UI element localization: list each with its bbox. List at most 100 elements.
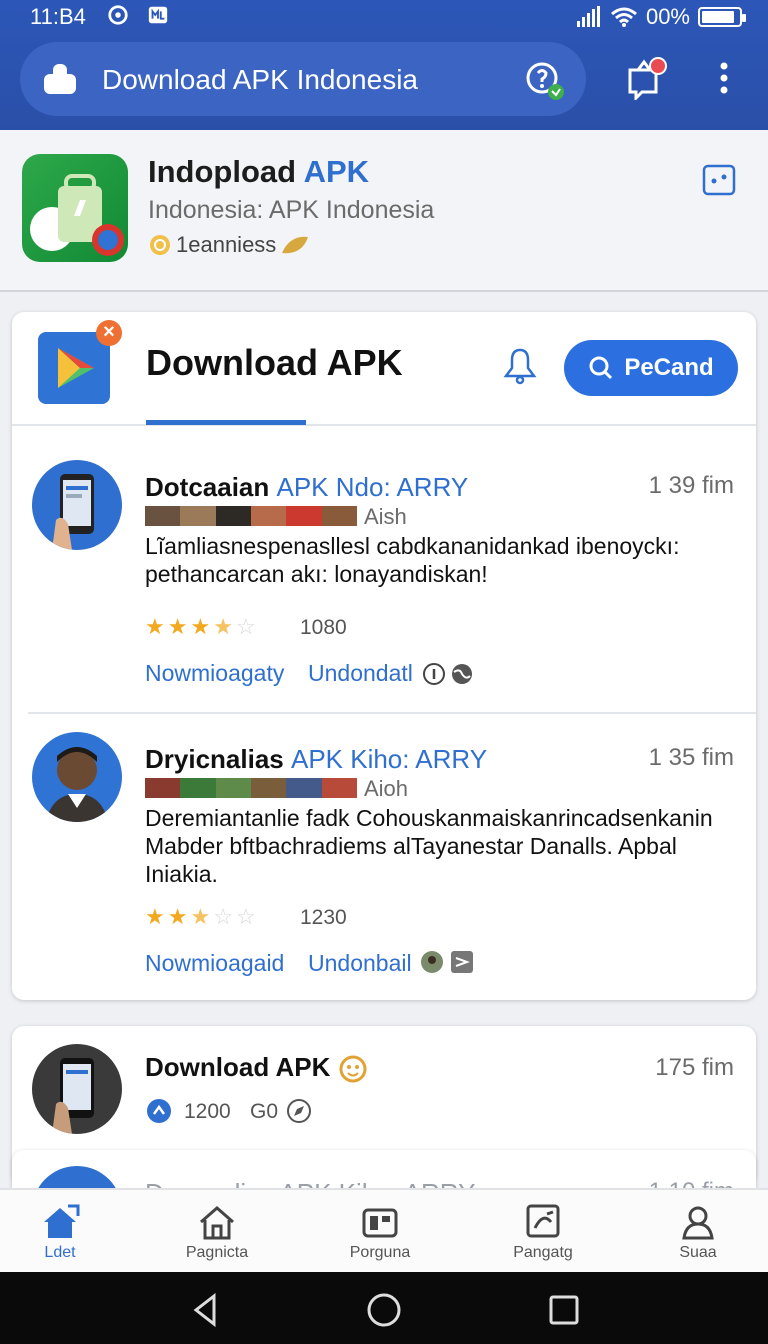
battery-fill: [702, 11, 734, 23]
bell-icon[interactable]: [498, 346, 542, 386]
home-button-icon[interactable]: [366, 1292, 402, 1328]
share-icon[interactable]: [702, 164, 736, 196]
nav-label: Pangatg: [513, 1244, 573, 1261]
app-bag-icon: [44, 64, 76, 94]
system-navigation-bar: [0, 1272, 768, 1344]
download-count: 1200: [184, 1100, 231, 1123]
extra-count: G0: [250, 1100, 279, 1123]
item-time: 175 fim: [655, 1054, 734, 1081]
star-icon: ★: [145, 904, 168, 929]
notifications-icon[interactable]: [624, 56, 668, 100]
status-right: 00%: [576, 4, 746, 30]
item-title-highlight: APK Kiho: ARRY: [290, 744, 488, 774]
status-time: 11:B4: [30, 4, 86, 29]
magnifier-icon: [589, 356, 613, 380]
emoji-icon: [339, 1055, 367, 1083]
profile-icon: [682, 1206, 714, 1240]
nav-label: Porguna: [349, 1244, 411, 1261]
item-title-main: Dryicnalias: [145, 744, 284, 774]
undo-link[interactable]: Undonbail: [308, 950, 412, 977]
search-button[interactable]: PeCand: [564, 340, 738, 396]
person-avatar-icon: [46, 747, 108, 822]
help-search-icon[interactable]: [524, 60, 564, 100]
app-tag-text: 1eanniess: [176, 232, 277, 257]
download-now-link[interactable]: Nowmioagaid: [145, 950, 284, 977]
star-icon: ★: [167, 614, 191, 639]
app-logo[interactable]: [22, 154, 128, 262]
media-icon: [362, 1208, 398, 1238]
play-triangle-icon: [58, 348, 94, 388]
avatar: [32, 1044, 122, 1134]
phone-hand-icon: [52, 1058, 94, 1134]
close-badge-icon[interactable]: ×: [96, 320, 122, 346]
recents-icon[interactable]: [546, 1292, 582, 1328]
download-now-link[interactable]: Nowmioagaty: [145, 660, 284, 687]
strip-label: Aish: [364, 504, 407, 529]
nav-item-suaa[interactable]: Suaa: [623, 1190, 768, 1274]
item-title-main: Download APK: [145, 1052, 331, 1082]
gallery-notification-icon: [148, 6, 168, 24]
item-time: 1 39 fim: [648, 472, 734, 499]
star-icon: ★: [167, 904, 191, 929]
empty-star-icon: ☆: [235, 904, 259, 929]
app-name-highlight: APK: [303, 154, 370, 189]
home-active-icon: [44, 1204, 80, 1238]
compass-icon[interactable]: [286, 1098, 312, 1124]
screenshot-strip: [145, 506, 357, 526]
list-item[interactable]: Dryicnalias APK Kiho: ARRY 1 35 fim Aioh…: [12, 714, 756, 994]
overflow-menu-icon[interactable]: [702, 56, 746, 100]
search-bar[interactable]: Download APK Indonesia: [20, 42, 586, 116]
status-bar: 11:B4 00%: [0, 0, 768, 34]
rating-stars: ★★★★☆: [145, 614, 259, 640]
battery-percent: 00%: [645, 4, 690, 29]
item-title-main: Dotcaaian: [145, 472, 270, 502]
nav-item-pangatg[interactable]: Pangatg: [468, 1190, 618, 1274]
undo-link[interactable]: Undondatl: [308, 660, 413, 687]
app-name-main: Indopload: [148, 154, 297, 189]
card-title: Download APK: [146, 342, 403, 383]
app-header: Indopload APK Indonesia: APK Indonesia 1…: [0, 130, 768, 292]
item-title-highlight: APK Ndo: ARRY: [276, 472, 469, 502]
coin-icon: [150, 235, 170, 255]
title-underline: [146, 420, 306, 425]
home-icon: [200, 1206, 234, 1240]
sync-icon: [108, 5, 128, 25]
item-description: Lĩamliasnespenasllesl cabdkananidankad i…: [145, 533, 680, 587]
star-icon: ★: [190, 614, 214, 639]
app-name: Indopload APK: [148, 154, 369, 190]
nav-label: Ldet: [44, 1244, 76, 1261]
list-item[interactable]: Download APK 175 fim 1200 G0: [12, 1026, 756, 1156]
item-title: Dryicnalias APK Kiho: ARRY: [145, 744, 487, 775]
empty-star-icon: ☆: [213, 904, 236, 929]
star-icon: ★: [145, 614, 168, 639]
leaf-icon: [282, 236, 309, 254]
nav-label: Suaa: [679, 1244, 717, 1261]
list-item[interactable]: Dotcaaian APK Ndo: ARRY 1 39 fim Aish Lĩ…: [12, 440, 756, 710]
bottom-navigation: Ldet Pagnicta Porguna Pangatg Suaa: [0, 1188, 768, 1272]
search-bar-title: Download APK Indonesia: [102, 64, 418, 95]
item-title: Download APK: [145, 1052, 368, 1084]
back-icon[interactable]: [188, 1292, 224, 1328]
nav-item-porguna[interactable]: Porguna: [305, 1190, 455, 1274]
card-header: × Download APK PeCand: [12, 312, 756, 426]
play-store-logo: ×: [38, 320, 122, 404]
nav-item-pagnicta[interactable]: Pagnicta: [142, 1190, 292, 1274]
nav-label: Pagnicta: [185, 1244, 249, 1261]
gallery-icon: [526, 1204, 560, 1238]
signal-icon: [576, 6, 600, 27]
forward-icon[interactable]: [450, 950, 474, 974]
item-title: Dotcaaian APK Ndo: ARRY: [145, 472, 468, 503]
nav-item-ldet[interactable]: Ldet: [0, 1190, 135, 1274]
app-subtitle: Indonesia: APK Indonesia: [148, 196, 435, 224]
info-circle-icon[interactable]: [422, 662, 446, 686]
app-tag: 1eanniess: [148, 232, 310, 258]
user-thumb-icon[interactable]: [420, 950, 444, 974]
top-app-bar: 11:B4 00% Download APK Indonesia: [0, 0, 768, 130]
download-badge-icon: [147, 1099, 171, 1123]
item-time: 1 35 fim: [648, 744, 734, 771]
phone-hand-icon: [52, 474, 94, 550]
wifi-icon: [610, 7, 637, 27]
rating-stars: ★★★☆☆: [145, 904, 259, 930]
globe-icon[interactable]: [450, 662, 474, 686]
item-description: Deremiantanlie fadk Cohouskanmaiskanrinc…: [145, 805, 713, 887]
